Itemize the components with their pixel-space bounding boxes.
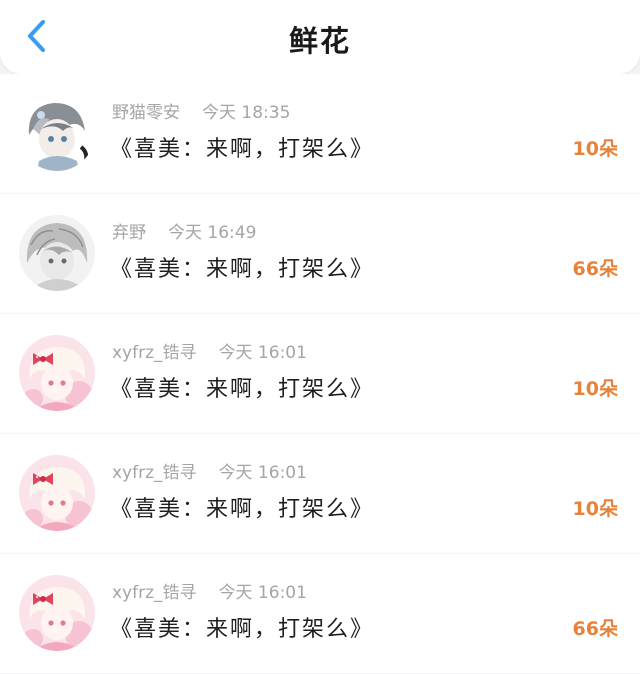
timestamp: 今天 18:35 [202, 103, 291, 123]
flower-count: 66朵 [572, 618, 618, 640]
username[interactable]: 弃野 [112, 223, 146, 243]
flower-count: 10朵 [572, 378, 618, 400]
message-text: 《喜美：来啊，打架么》 [110, 617, 375, 642]
anime-avatar-sketch-icon [19, 215, 95, 291]
username[interactable]: xyfrz_锆寻 [112, 583, 197, 603]
avatar[interactable] [19, 455, 95, 531]
anime-avatar-pink-bow-icon [19, 455, 95, 531]
item-meta: 野猫零安 今天 18:35 [112, 98, 290, 123]
item-meta: xyfrz_锆寻 今天 16:01 [112, 578, 307, 603]
message-text: 《喜美：来啊，打架么》 [110, 377, 375, 402]
flower-count: 10朵 [572, 138, 618, 160]
timestamp: 今天 16:01 [218, 343, 307, 363]
list-item[interactable]: xyfrz_锆寻 今天 16:01 《喜美：来啊，打架么》 66朵 [0, 554, 640, 673]
message-text: 《喜美：来啊，打架么》 [110, 137, 375, 162]
timestamp: 今天 16:49 [168, 223, 257, 243]
list-item[interactable]: xyfrz_锆寻 今天 16:01 《喜美：来啊，打架么》 10朵 [0, 314, 640, 433]
timestamp: 今天 16:01 [218, 583, 307, 603]
avatar[interactable] [19, 335, 95, 411]
list-item[interactable]: xyfrz_锆寻 今天 16:01 《喜美：来啊，打架么》 10朵 [0, 434, 640, 553]
avatar[interactable] [19, 95, 95, 171]
page-title: 鲜花 [288, 24, 351, 58]
item-meta: 弃野 今天 16:49 [112, 218, 256, 243]
username[interactable]: xyfrz_锆寻 [112, 343, 197, 363]
flower-count: 10朵 [572, 498, 618, 520]
flower-gift-list: 野猫零安 今天 18:35 《喜美：来啊，打架么》 10朵 弃野 今天 16:49 … [0, 74, 640, 674]
message-text: 《喜美：来啊，打架么》 [110, 497, 375, 522]
avatar[interactable] [19, 215, 95, 291]
item-meta: xyfrz_锆寻 今天 16:01 [112, 338, 307, 363]
item-meta: xyfrz_锆寻 今天 16:01 [112, 458, 307, 483]
app-header: 鲜花 [0, 0, 640, 74]
timestamp: 今天 16:01 [218, 463, 307, 483]
flower-count: 66朵 [572, 258, 618, 280]
anime-avatar-pink-bow-icon [19, 575, 95, 651]
username[interactable]: 野猫零安 [112, 103, 180, 123]
list-item[interactable]: 弃野 今天 16:49 《喜美：来啊，打架么》 66朵 [0, 194, 640, 313]
list-item[interactable]: 野猫零安 今天 18:35 《喜美：来啊，打架么》 10朵 [0, 74, 640, 193]
username[interactable]: xyfrz_锆寻 [112, 463, 197, 483]
message-text: 《喜美：来啊，打架么》 [110, 257, 375, 282]
anime-avatar-gray-hair-icon [19, 95, 95, 171]
anime-avatar-pink-bow-icon [19, 335, 95, 411]
avatar[interactable] [19, 575, 95, 651]
